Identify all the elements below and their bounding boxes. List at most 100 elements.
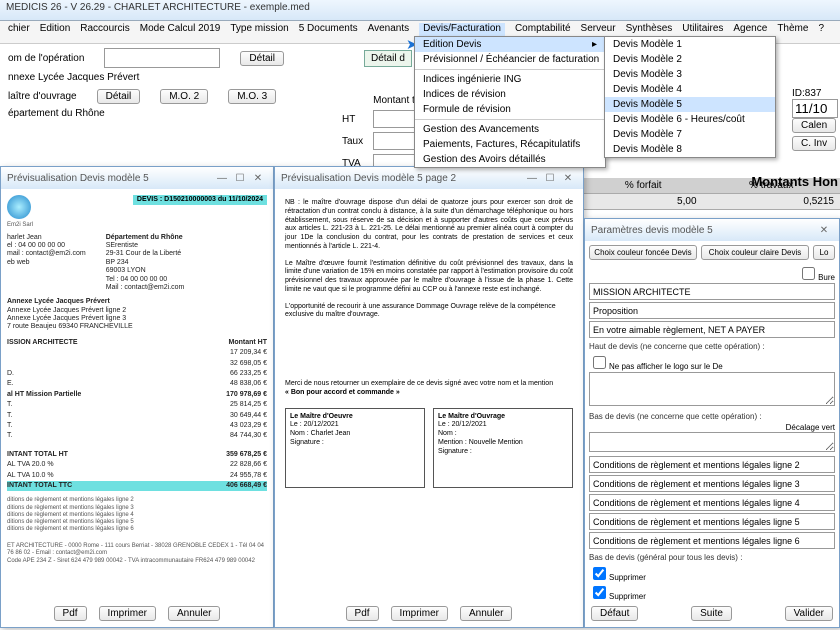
calen-button[interactable]: Calen: [792, 118, 836, 133]
modele-4[interactable]: Devis Modèle 4: [605, 82, 775, 97]
imprimer-button[interactable]: Imprimer: [99, 606, 156, 621]
menu-edition[interactable]: Edition: [40, 23, 71, 41]
devis-ref: DEVIS : D150210000003 du 11/10/2024: [133, 195, 267, 205]
close-icon[interactable]: ✕: [249, 173, 267, 184]
netapayer-input[interactable]: [589, 321, 835, 338]
legal-line: ditions de règlement et mentions légales…: [7, 519, 267, 526]
submenu-indices-ing[interactable]: Indices ingénierie ING: [415, 72, 605, 87]
legal-input-3[interactable]: [589, 475, 835, 492]
bure-label: Bure: [818, 273, 835, 282]
supp2-checkbox[interactable]: [593, 586, 606, 599]
footer-line: ET ARCHITECTURE - 0000 Rome - 111 cours …: [7, 543, 267, 557]
haut-textarea[interactable]: [589, 372, 835, 406]
p2-text: Le Maître d'œuvre fournit l'estimation d…: [285, 260, 573, 295]
company-name: Em2i Sarl: [7, 222, 33, 229]
label-operation: om de l'opération: [8, 53, 84, 64]
ack2-text: « Bon pour accord et commande »: [285, 389, 573, 398]
valider-button[interactable]: Valider: [785, 606, 833, 621]
preview1-window: Prévisualisation Devis modèle 5 —☐✕ Em2i …: [0, 166, 274, 628]
legal-input-6[interactable]: [589, 532, 835, 549]
montants-heading: Montants Hon: [751, 174, 838, 189]
legal-input-4[interactable]: [589, 494, 835, 511]
annuler-button[interactable]: Annuler: [460, 606, 512, 621]
min-icon[interactable]: —: [213, 173, 231, 184]
detail-button[interactable]: Détail: [240, 51, 284, 66]
menu-theme[interactable]: Thème: [777, 23, 808, 41]
lo-button[interactable]: Lo: [813, 245, 835, 260]
forfait-val[interactable]: 5,00: [584, 194, 703, 210]
modele-7[interactable]: Devis Modèle 7: [605, 127, 775, 142]
legal-line: ditions de règlement et mentions légales…: [7, 512, 267, 519]
sig-moa: Le Maître d'Ouvrage Le : 20/12/2021 Nom …: [433, 408, 573, 488]
menu-help[interactable]: ?: [818, 23, 824, 41]
detail-mo-button[interactable]: Détail: [97, 89, 141, 104]
menu-avenants[interactable]: Avenants: [368, 23, 410, 41]
date-input[interactable]: [792, 99, 838, 118]
submenu-avoirs[interactable]: Gestion des Avoirs détaillés: [415, 152, 605, 167]
menu-fichier[interactable]: chier: [8, 23, 30, 41]
legal-line: ditions de règlement et mentions légales…: [7, 526, 267, 533]
max-icon[interactable]: ☐: [231, 173, 249, 184]
pdf-button[interactable]: Pdf: [346, 606, 379, 621]
legal-line: ditions de règlement et mentions légales…: [7, 497, 267, 504]
basgen-label: Bas de devis (général pour tous les devi…: [589, 553, 835, 562]
mo3-button[interactable]: M.O. 3: [228, 89, 276, 104]
operation-input[interactable]: [104, 48, 220, 68]
menu-typemission[interactable]: Type mission: [230, 23, 288, 41]
defaut-button[interactable]: Défaut: [591, 606, 638, 621]
nologo-checkbox[interactable]: [593, 356, 606, 369]
submenu-indices-rev[interactable]: Indices de révision: [415, 87, 605, 102]
objet-line: Annexe Lycée Jacques Prévert ligne 2: [7, 307, 267, 315]
submenu-paiements[interactable]: Paiements, Factures, Récapitulatifs: [415, 137, 605, 152]
sig-moe: Le Maître d'Oeuvre Le : 20/12/2021 Nom :…: [285, 408, 425, 488]
devis-submenu: Edition Devis▸ Prévisionnel / Échéancier…: [414, 36, 606, 168]
mission-input[interactable]: [589, 283, 835, 300]
imprimer-button[interactable]: Imprimer: [391, 606, 448, 621]
devis-modele-submenu: Devis Modèle 1 Devis Modèle 2 Devis Modè…: [604, 36, 776, 158]
travaux-val[interactable]: 0,5215: [703, 194, 840, 210]
submenu-edition-devis[interactable]: Edition Devis▸: [415, 37, 605, 52]
dep-line: 29-31 Cour de la Liberté: [106, 250, 185, 258]
close-icon[interactable]: ✕: [815, 225, 833, 236]
modele-8[interactable]: Devis Modèle 8: [605, 142, 775, 157]
submenu-formule[interactable]: Formule de révision: [415, 102, 605, 117]
pdf-button[interactable]: Pdf: [54, 606, 87, 621]
menu-modecalcul[interactable]: Mode Calcul 2019: [140, 23, 221, 41]
detail-de-box: Détail d: [364, 50, 412, 67]
addr-line: mail : contact@em2i.com: [7, 250, 86, 258]
modele-1[interactable]: Devis Modèle 1: [605, 37, 775, 52]
legal-line: ditions de règlement et mentions légales…: [7, 505, 267, 512]
suite-button[interactable]: Suite: [691, 606, 732, 621]
menu-raccourcis[interactable]: Raccourcis: [80, 23, 129, 41]
modele-2[interactable]: Devis Modèle 2: [605, 52, 775, 67]
min-icon[interactable]: —: [523, 173, 541, 184]
id-label: ID:837: [792, 88, 838, 99]
supp1-checkbox[interactable]: [593, 567, 606, 580]
max-icon[interactable]: ☐: [541, 173, 559, 184]
decal-label: Décalage vert: [589, 423, 835, 432]
dep-line: Mail : contact@em2i.com: [106, 284, 185, 292]
color-light-button[interactable]: Choix couleur claire Devis: [701, 245, 809, 260]
annuler-button[interactable]: Annuler: [168, 606, 220, 621]
bas-textarea[interactable]: [589, 432, 835, 452]
dep-line: Département du Rhône: [106, 234, 185, 242]
menu-documents[interactable]: 5 Documents: [299, 23, 358, 41]
submenu-avancements[interactable]: Gestion des Avancements: [415, 122, 605, 137]
submenu-previsionnel[interactable]: Prévisionnel / Échéancier de facturation: [415, 52, 605, 67]
modele-3[interactable]: Devis Modèle 3: [605, 67, 775, 82]
haut-label: Haut de devis (ne concerne que cette opé…: [589, 342, 835, 351]
bure-checkbox[interactable]: [802, 267, 815, 280]
close-icon[interactable]: ✕: [559, 173, 577, 184]
legal-input-2[interactable]: [589, 456, 835, 473]
modele-6[interactable]: Devis Modèle 6 - Heures/coût: [605, 112, 775, 127]
nb-text: NB : le maître d'ouvrage dispose d'un dé…: [285, 199, 573, 252]
objet-line: Annexe Lycée Jacques Prévert: [7, 298, 267, 306]
proposition-input[interactable]: [589, 302, 835, 319]
legal-input-5[interactable]: [589, 513, 835, 530]
cinv-button[interactable]: C. Inv: [792, 136, 836, 151]
color-dark-button[interactable]: Choix couleur foncée Devis: [589, 245, 697, 260]
preview1-title: Prévisualisation Devis modèle 5: [7, 173, 149, 184]
mo2-button[interactable]: M.O. 2: [160, 89, 208, 104]
modele-5[interactable]: Devis Modèle 5: [605, 97, 775, 112]
ack-text: Merci de nous retourner un exemplaire de…: [285, 380, 573, 389]
